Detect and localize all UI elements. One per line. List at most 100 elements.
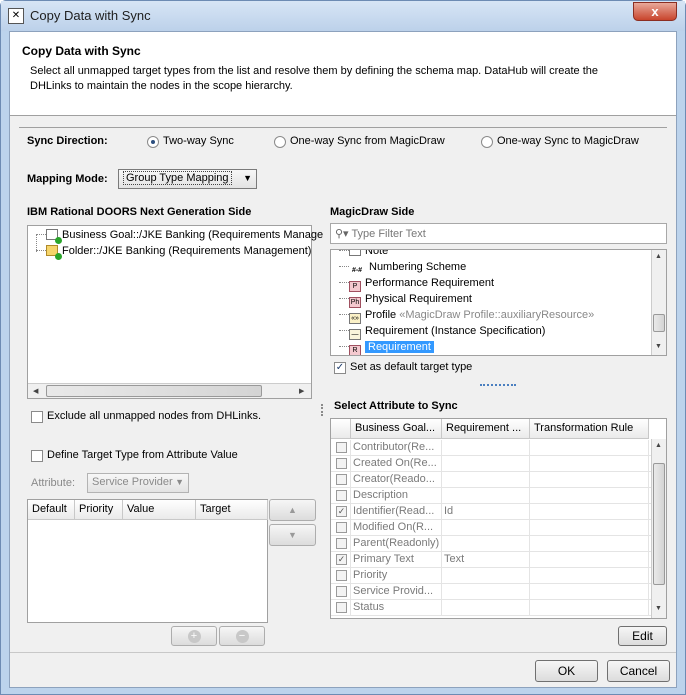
attribute-name-cell[interactable]: Priority bbox=[351, 568, 442, 584]
column-header-target[interactable]: Target bbox=[196, 500, 268, 520]
radio-two-way[interactable] bbox=[147, 136, 159, 148]
row-checkbox[interactable] bbox=[336, 522, 347, 533]
attribute-sync-table[interactable]: Business Goal... Requirement ... Transfo… bbox=[330, 418, 667, 619]
define-target-checkbox[interactable] bbox=[31, 450, 43, 462]
row-checkbox[interactable]: ✓ bbox=[336, 554, 347, 565]
splitter-handle[interactable] bbox=[480, 384, 516, 386]
table-row[interactable]: Modified On(R... bbox=[331, 520, 651, 536]
row-checkbox[interactable]: ✓ bbox=[336, 506, 347, 517]
type-item-instance-spec[interactable]: — Requirement (Instance Specification) bbox=[339, 325, 545, 340]
exclude-checkbox[interactable] bbox=[31, 411, 43, 423]
type-list-scrollbar[interactable]: ▲ ▼ bbox=[651, 250, 666, 355]
scroll-thumb[interactable] bbox=[653, 314, 665, 332]
type-item-profile[interactable]: «» Profile «MagicDraw Profile::auxiliaryR… bbox=[339, 309, 594, 324]
requirement-attribute-cell[interactable]: Text bbox=[442, 552, 530, 568]
column-header-transformation[interactable]: Transformation Rule bbox=[530, 419, 649, 439]
scroll-thumb[interactable] bbox=[46, 385, 262, 397]
requirement-attribute-cell[interactable] bbox=[442, 600, 530, 616]
remove-row-button[interactable]: − bbox=[219, 626, 265, 646]
attribute-name-cell[interactable]: Contributor(Re... bbox=[351, 440, 442, 456]
type-item-performance[interactable]: P Performance Requirement bbox=[339, 277, 494, 292]
attribute-name-cell[interactable]: Description bbox=[351, 488, 442, 504]
add-row-button[interactable]: + bbox=[171, 626, 217, 646]
radio-to-magicdraw[interactable] bbox=[481, 136, 493, 148]
transformation-rule-cell[interactable] bbox=[530, 472, 649, 488]
table-row[interactable]: Status bbox=[331, 600, 651, 616]
requirement-attribute-cell[interactable] bbox=[442, 456, 530, 472]
requirement-attribute-cell[interactable] bbox=[442, 440, 530, 456]
table-row[interactable]: Parent(Readonly) bbox=[331, 536, 651, 552]
row-checkbox[interactable] bbox=[336, 474, 347, 485]
doors-tree[interactable]: Business Goal::/JKE Banking (Requirement… bbox=[27, 225, 323, 399]
value-target-table[interactable]: Default Priority Value Target bbox=[27, 499, 268, 623]
scroll-thumb[interactable] bbox=[653, 463, 665, 585]
tree-item[interactable]: Business Goal::/JKE Banking (Requirement… bbox=[36, 229, 323, 244]
attribute-name-cell[interactable]: Primary Text bbox=[351, 552, 442, 568]
type-item-numbering[interactable]: #-# Numbering Scheme bbox=[339, 261, 466, 277]
type-filter-input[interactable]: ⚲▾ Type Filter Text bbox=[330, 223, 667, 244]
transformation-rule-cell[interactable] bbox=[530, 440, 649, 456]
table-row[interactable]: Priority bbox=[331, 568, 651, 584]
row-checkbox[interactable] bbox=[336, 490, 347, 501]
attribute-table-scrollbar[interactable]: ▲ ▼ bbox=[651, 439, 666, 618]
table-row[interactable]: Created On(Re... bbox=[331, 456, 651, 472]
transformation-rule-cell[interactable] bbox=[530, 504, 649, 520]
default-target-checkbox[interactable]: ✓ bbox=[334, 362, 346, 374]
attribute-name-cell[interactable]: Modified On(R... bbox=[351, 520, 442, 536]
column-header-requirement[interactable]: Requirement ... bbox=[442, 419, 530, 439]
attribute-name-cell[interactable]: Created On(Re... bbox=[351, 456, 442, 472]
type-item-physical[interactable]: Ph Physical Requirement bbox=[339, 293, 472, 308]
requirement-attribute-cell[interactable] bbox=[442, 520, 530, 536]
column-header-value[interactable]: Value bbox=[123, 500, 196, 520]
type-item-requirement[interactable]: R Requirement bbox=[339, 341, 434, 355]
edit-button[interactable]: Edit bbox=[618, 626, 667, 646]
table-row[interactable]: Description bbox=[331, 488, 651, 504]
move-up-button[interactable]: ▲ bbox=[269, 499, 316, 521]
requirement-attribute-cell[interactable] bbox=[442, 472, 530, 488]
mapping-mode-select[interactable]: Group Type Mapping ▼ bbox=[118, 169, 257, 189]
row-checkbox[interactable] bbox=[336, 442, 347, 453]
table-row[interactable]: ✓ Primary Text Text bbox=[331, 552, 651, 568]
transformation-rule-cell[interactable] bbox=[530, 552, 649, 568]
magicdraw-type-list[interactable]: Note #-# Numbering Scheme P Performance Re… bbox=[330, 249, 667, 356]
attribute-select[interactable]: Service Provider ▼ bbox=[87, 473, 189, 493]
table-row[interactable]: Service Provid... bbox=[331, 584, 651, 600]
attribute-name-cell[interactable]: Identifier(Read... bbox=[351, 504, 442, 520]
attribute-name-cell[interactable]: Service Provid... bbox=[351, 584, 442, 600]
requirement-attribute-cell[interactable] bbox=[442, 488, 530, 504]
row-checkbox[interactable] bbox=[336, 570, 347, 581]
cancel-button[interactable]: Cancel bbox=[607, 660, 670, 682]
table-row[interactable]: Contributor(Re... bbox=[331, 440, 651, 456]
row-checkbox[interactable] bbox=[336, 458, 347, 469]
transformation-rule-cell[interactable] bbox=[530, 536, 649, 552]
requirement-attribute-cell[interactable] bbox=[442, 568, 530, 584]
requirement-attribute-cell[interactable]: Id bbox=[442, 504, 530, 520]
row-checkbox[interactable] bbox=[336, 602, 347, 613]
tree-item[interactable]: Folder::/JKE Banking (Requirements Manag… bbox=[36, 245, 311, 260]
transformation-rule-cell[interactable] bbox=[530, 520, 649, 536]
table-row[interactable]: Creator(Reado... bbox=[331, 472, 651, 488]
attribute-name-cell[interactable]: Creator(Reado... bbox=[351, 472, 442, 488]
transformation-rule-cell[interactable] bbox=[530, 600, 649, 616]
column-header-default[interactable]: Default bbox=[28, 500, 75, 520]
requirement-attribute-cell[interactable] bbox=[442, 536, 530, 552]
column-header-priority[interactable]: Priority bbox=[75, 500, 123, 520]
type-item-note[interactable]: Note bbox=[339, 250, 388, 257]
close-button[interactable]: x bbox=[633, 2, 677, 21]
row-checkbox[interactable] bbox=[336, 538, 347, 549]
radio-from-magicdraw[interactable] bbox=[274, 136, 286, 148]
transformation-rule-cell[interactable] bbox=[530, 488, 649, 504]
column-header-business-goal[interactable]: Business Goal... bbox=[351, 419, 442, 439]
transformation-rule-cell[interactable] bbox=[530, 584, 649, 600]
requirement-attribute-cell[interactable] bbox=[442, 584, 530, 600]
attribute-name-cell[interactable]: Parent(Readonly) bbox=[351, 536, 442, 552]
transformation-rule-cell[interactable] bbox=[530, 568, 649, 584]
move-down-button[interactable]: ▼ bbox=[269, 524, 316, 546]
tree-horizontal-scrollbar[interactable]: ◀ ▶ bbox=[28, 383, 311, 398]
table-row[interactable]: ✓ Identifier(Read... Id bbox=[331, 504, 651, 520]
row-checkbox[interactable] bbox=[336, 586, 347, 597]
splitter-gripper[interactable] bbox=[321, 404, 327, 416]
transformation-rule-cell[interactable] bbox=[530, 456, 649, 472]
attribute-name-cell[interactable]: Status bbox=[351, 600, 442, 616]
ok-button[interactable]: OK bbox=[535, 660, 598, 682]
